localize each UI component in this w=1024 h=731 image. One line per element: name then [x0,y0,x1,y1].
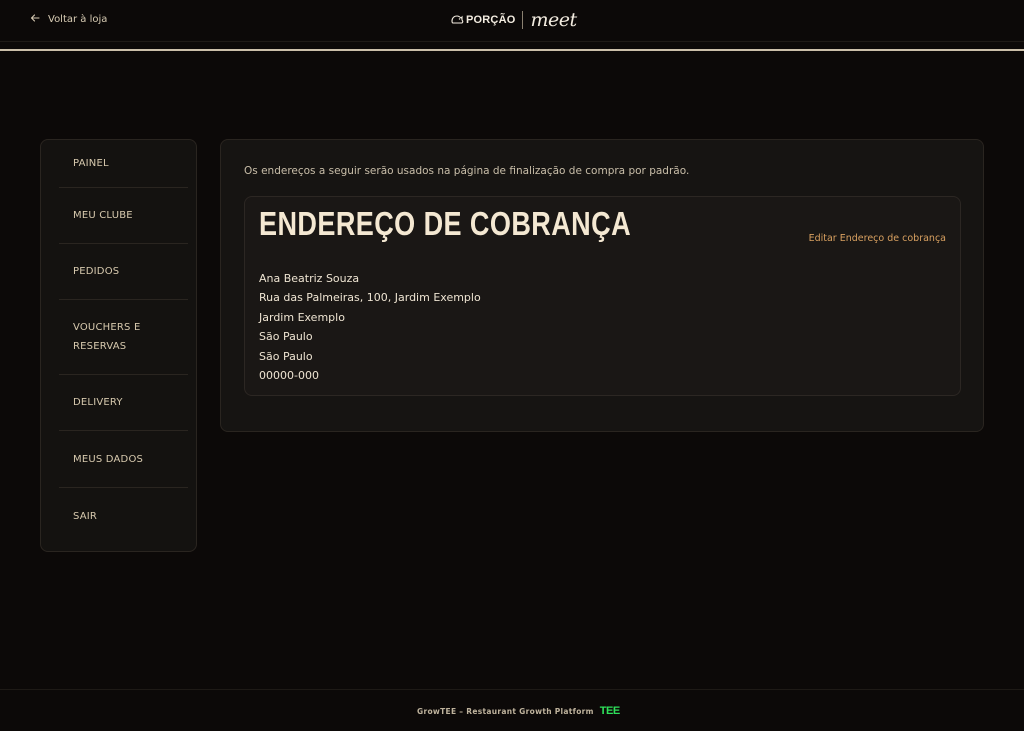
back-to-store-label: Voltar à loja [48,14,108,25]
sidebar-item-label: PEDIDOS [73,266,120,277]
porcao-wordmark: PORÇÃO [466,14,516,26]
account-sidebar: PAINEL MEU CLUBE PEDIDOS VOUCHERS E RESE… [40,139,197,552]
sidebar-item-label: PAINEL [73,158,109,169]
sidebar-item-painel[interactable]: PAINEL [59,140,188,188]
porcao-logo: PORÇÃO [450,12,515,29]
edit-billing-address-link[interactable]: Editar Endereço de cobrança [809,233,946,244]
sidebar-item-pedidos[interactable]: PEDIDOS [59,244,188,300]
logo-divider [522,11,524,29]
address-neighborhood: Jardim Exemplo [259,310,345,324]
footer-credit[interactable]: GrowTEE – Restaurant Growth Platform TEE [417,705,620,717]
billing-address-card: ENDEREÇO DE COBRANÇA Editar Endereço de … [244,196,961,396]
billing-address-lines: Ana Beatriz Souza Rua das Palmeiras, 100… [259,269,481,385]
sidebar-item-label: DELIVERY [73,397,123,408]
address-name: Ana Beatriz Souza [259,272,360,285]
address-state: São Paulo [259,349,313,363]
address-street: Rua das Palmeiras, 100, Jardim Exemplo [259,291,481,305]
back-to-store-link[interactable]: Voltar à loja [30,13,107,26]
sidebar-item-delivery[interactable]: DELIVERY [59,375,188,431]
top-bar: Voltar à loja PORÇÃO meet [0,0,1024,42]
sidebar-item-label: VOUCHERS E RESERVAS [73,322,141,352]
sidebar-item-vouchers-e-reservas[interactable]: VOUCHERS E RESERVAS [59,300,188,375]
sidebar-item-label: MEU CLUBE [73,210,133,221]
addresses-intro-text: Os endereços a seguir serão usados na pá… [244,165,690,177]
footer: GrowTEE – Restaurant Growth Platform TEE [0,689,1024,731]
header-divider [0,49,1024,51]
address-city: São Paulo [259,330,313,344]
billing-address-title: ENDEREÇO DE COBRANÇA [259,205,632,242]
sidebar-item-label: SAIR [73,510,98,522]
sidebar-item-meu-clube[interactable]: MEU CLUBE [59,188,188,244]
brand-logo[interactable]: PORÇÃO meet [450,9,577,31]
arrow-left-icon [30,13,40,26]
addresses-panel: Os endereços a seguir serão usados na pá… [220,139,984,432]
footer-text: GrowTEE – Restaurant Growth Platform [417,706,594,716]
sidebar-item-label: MEUS DADOS [73,453,144,465]
porcao-mark-icon [450,12,464,29]
tee-logo: TEE [599,705,620,717]
sidebar-item-meus-dados[interactable]: MEUS DADOS [59,431,188,488]
meet-wordmark: meet [530,9,577,31]
address-postcode: 00000-000 [259,369,319,383]
sidebar-item-sair[interactable]: SAIR [59,488,188,544]
